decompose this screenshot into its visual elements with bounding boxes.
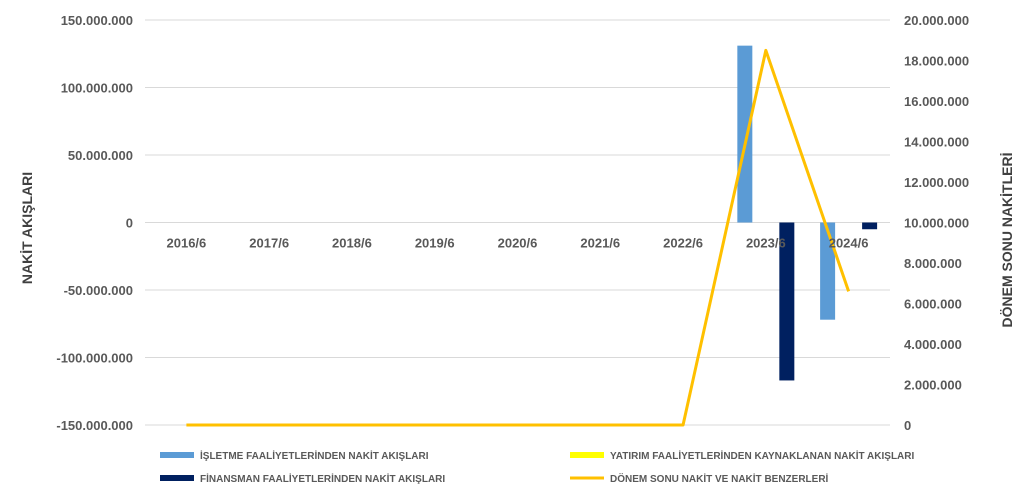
y2-tick-label: 6.000.000 — [904, 297, 962, 312]
x-tick-label: 2016/6 — [167, 236, 207, 251]
gridlines — [145, 19, 890, 426]
y-tick-label: 50.000.000 — [68, 148, 133, 163]
x-tick-label: 2018/6 — [332, 236, 372, 251]
x-tick-label: 2024/6 — [829, 236, 869, 251]
y2-axis-title: DÖNEM SONU NAKİTLERİ — [999, 153, 1015, 328]
legend-swatch — [160, 452, 194, 458]
x-tick-labels: 2016/6 2017/6 2018/6 2019/6 2020/6 2021/6 2022… — [167, 236, 869, 251]
legend-swatch — [570, 452, 604, 458]
y2-tick-label: 12.000.000 — [904, 175, 969, 190]
x-tick-label: 2017/6 — [249, 236, 289, 251]
y2-tick-label: 16.000.000 — [904, 94, 969, 109]
legend-label: FİNANSMAN FAALİYETLERİNDEN NAKİT AKIŞLAR… — [200, 472, 445, 485]
legend: İŞLETME FAALİYETLERİNDEN NAKİT AKIŞLARI Y… — [160, 449, 914, 485]
bars — [737, 45, 878, 381]
x-tick-label: 2022/6 — [663, 236, 703, 251]
bar — [737, 45, 753, 223]
y-tick-label: -50.000.000 — [64, 283, 133, 298]
y-tick-labels: 150.000.000 100.000.000 50.000.000 0 -50.000… — [56, 13, 133, 433]
y-tick-label: -100.000.000 — [56, 351, 133, 366]
legend-label: İŞLETME FAALİYETLERİNDEN NAKİT AKIŞLARI — [200, 449, 429, 462]
legend-swatch — [160, 475, 194, 481]
x-tick-label: 2021/6 — [580, 236, 620, 251]
legend-label: YATIRIM FAALİYETLERİNDEN KAYNAKLANAN NAK… — [610, 449, 914, 462]
y2-tick-label: 18.000.000 — [904, 54, 969, 69]
x-tick-label: 2020/6 — [498, 236, 538, 251]
bar — [862, 222, 878, 230]
y2-tick-label: 2.000.000 — [904, 378, 962, 393]
x-tick-label: 2019/6 — [415, 236, 455, 251]
y-tick-label: -150.000.000 — [56, 418, 133, 433]
y-axis-title: NAKİT AKIŞLARI — [19, 172, 35, 284]
y-tick-label: 150.000.000 — [61, 13, 133, 28]
y2-tick-label: 4.000.000 — [904, 337, 962, 352]
y2-tick-label: 14.000.000 — [904, 135, 969, 150]
chart-svg: 2016/6 2017/6 2018/6 2019/6 2020/6 2021/6 2022… — [19, 13, 1015, 485]
y-tick-label: 100.000.000 — [61, 81, 133, 96]
y-tick-label: 0 — [126, 216, 133, 231]
legend-label: DÖNEM SONU NAKİT VE NAKİT BENZERLERİ — [610, 472, 829, 485]
y2-tick-labels: 20.000.000 18.000.000 16.000.000 14.000.000… — [904, 13, 969, 433]
y2-tick-label: 10.000.000 — [904, 216, 969, 231]
x-tick-label: 2023/6 — [746, 236, 786, 251]
y2-tick-label: 0 — [904, 418, 911, 433]
y2-tick-label: 8.000.000 — [904, 256, 962, 271]
y2-tick-label: 20.000.000 — [904, 13, 969, 28]
